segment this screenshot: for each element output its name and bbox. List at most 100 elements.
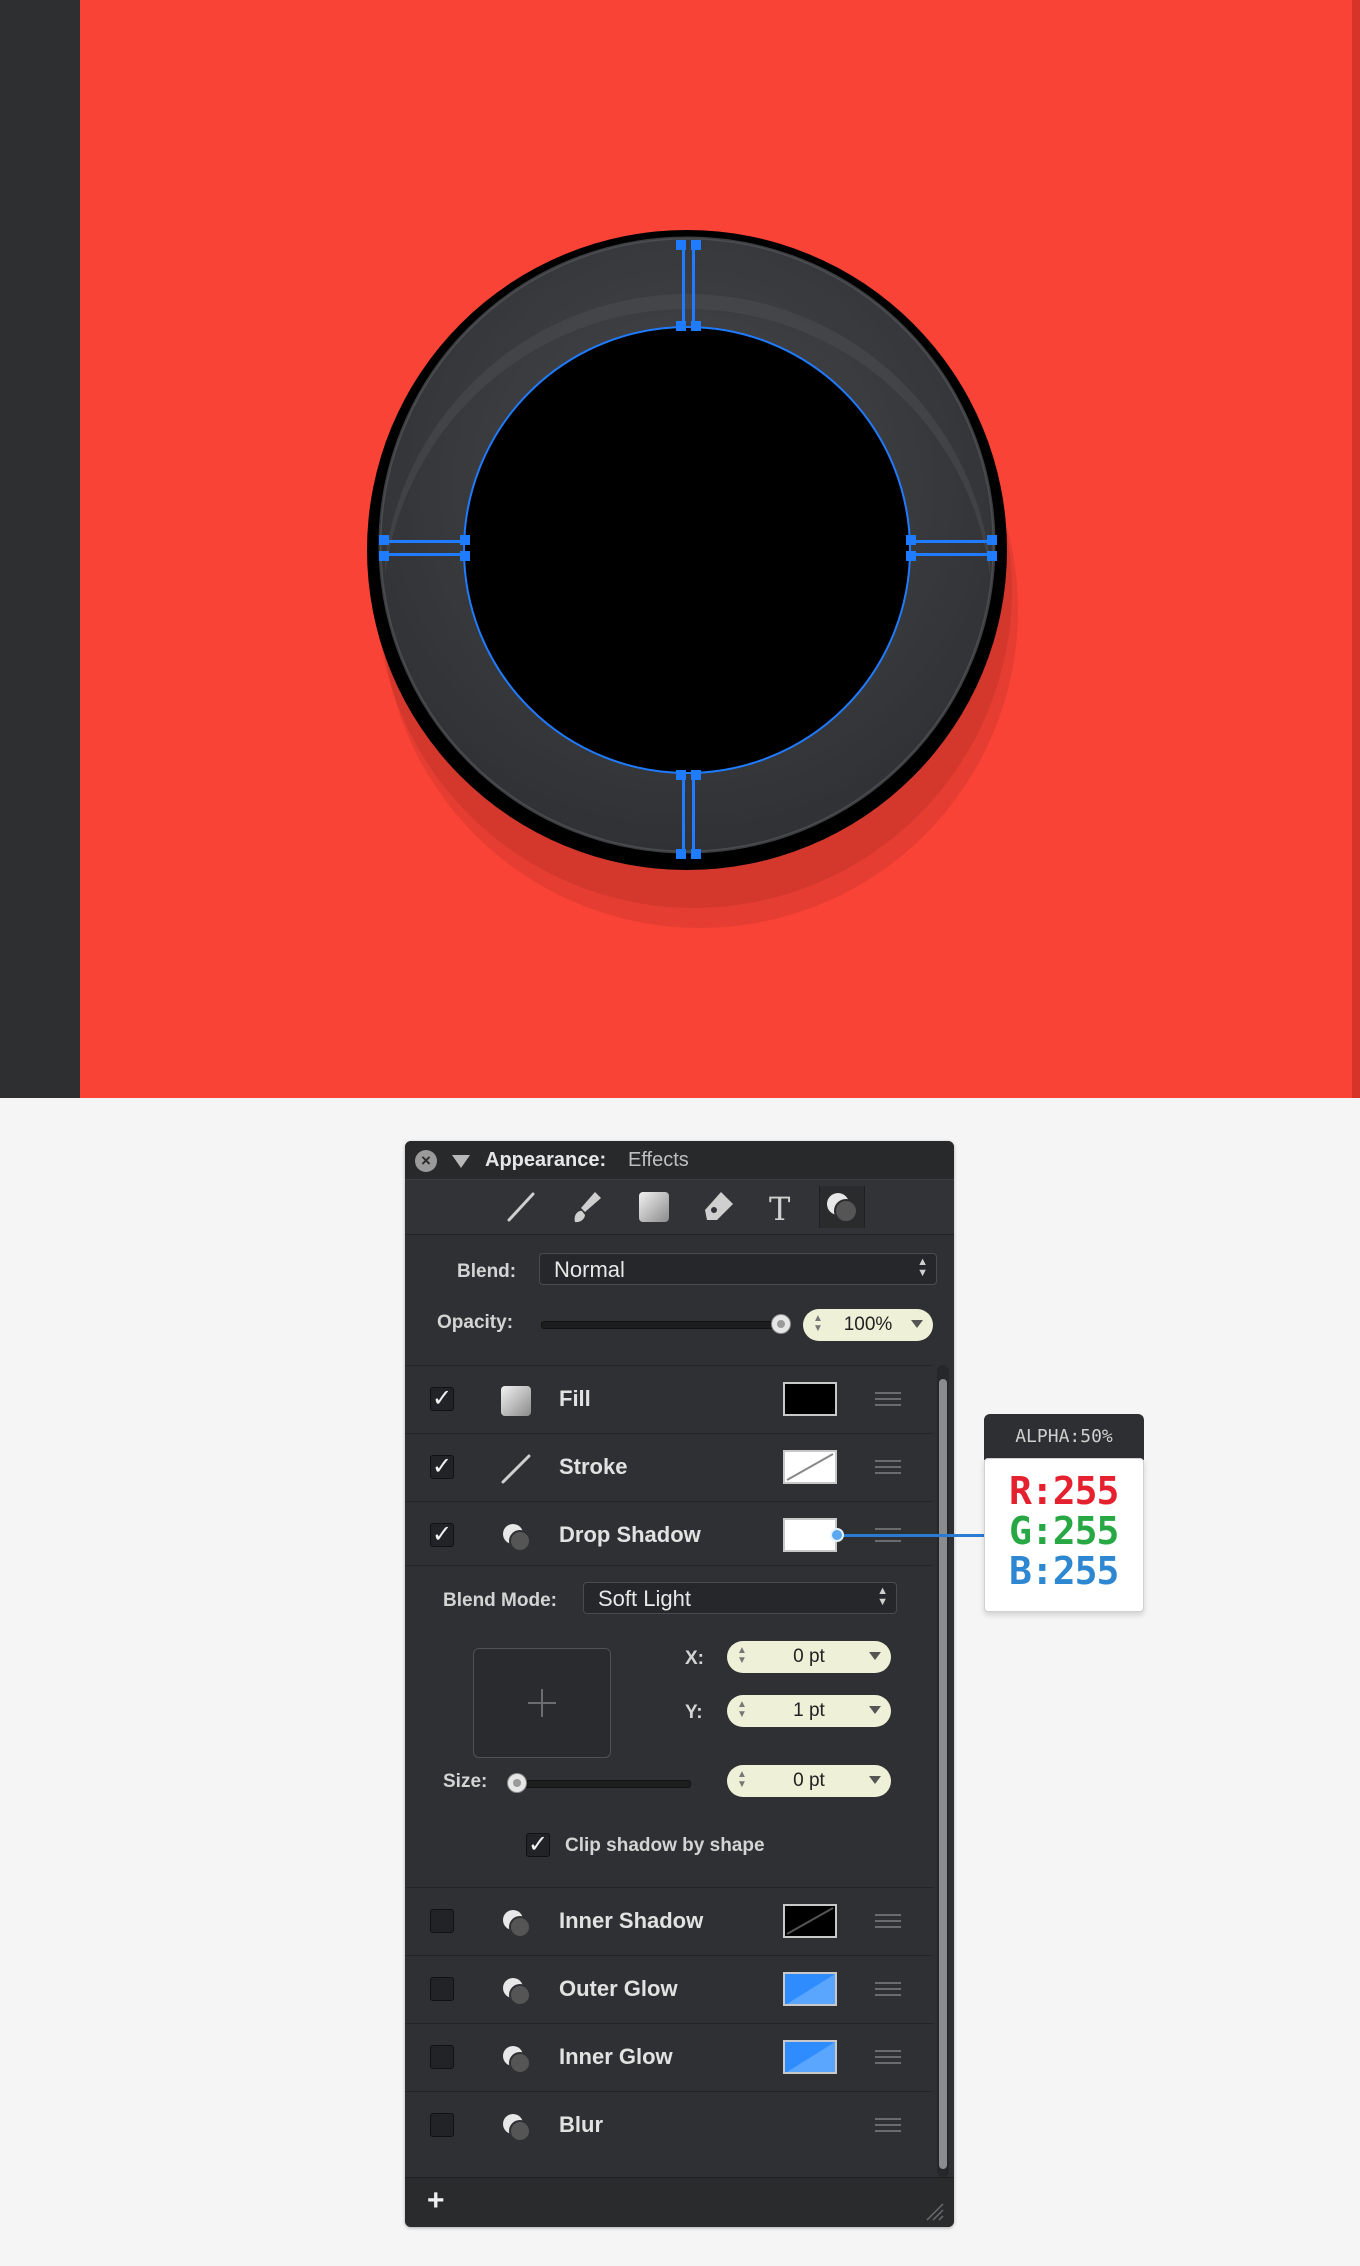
clip-shadow-checkbox[interactable]: ✓ [526, 1833, 550, 1857]
fill-tool-icon[interactable] [631, 1186, 675, 1228]
inner-black-hole [463, 326, 911, 774]
alpha-label: ALPHA:50% [984, 1414, 1144, 1460]
inner-shadow-color-swatch[interactable] [783, 1904, 837, 1938]
drop-shadow-checkbox[interactable]: ✓ [430, 1523, 454, 1547]
x-label: X: [685, 1648, 704, 1669]
callout-connector-dot [830, 1528, 844, 1542]
blend-select[interactable]: Normal ▲ ▼ [539, 1253, 937, 1285]
stepper-arrows-icon[interactable]: ▲ ▼ [737, 1700, 747, 1720]
blue-value: B:255 [1009, 1549, 1119, 1593]
canvas-artwork [367, 230, 1018, 928]
inner-glow-color-swatch[interactable] [783, 2040, 837, 2074]
panel-toolbar: T [405, 1179, 954, 1235]
panel-subtitle: Effects [628, 1149, 689, 1171]
stepper-arrows-icon[interactable]: ▲ ▼ [737, 1770, 747, 1790]
outer-glow-color-swatch[interactable] [783, 1972, 837, 2006]
fill-icon [499, 1384, 533, 1418]
outer-glow-checkbox[interactable] [430, 1977, 454, 2001]
stroke-checkbox[interactable]: ✓ [430, 1455, 454, 1479]
stepper-arrows-icon[interactable]: ▲ ▼ [737, 1646, 747, 1666]
scrollbar[interactable] [937, 1365, 949, 2177]
effect-row-blur[interactable]: Blur [405, 2091, 933, 2158]
stepper-arrows-icon[interactable]: ▲ ▼ [813, 1314, 823, 1334]
drop-shadow-settings: Blend Mode: Soft Light ▲ ▼ X: ▲ ▼ 0 pt Y: … [405, 1565, 933, 1888]
blend-label: Blend: [457, 1261, 517, 1282]
stroke-color-swatch[interactable] [783, 1450, 837, 1484]
stroke-tool-icon[interactable] [499, 1186, 543, 1228]
green-value: G:255 [1009, 1509, 1119, 1553]
inner-glow-checkbox[interactable] [430, 2045, 454, 2069]
disclosure-triangle-icon[interactable] [452, 1155, 470, 1168]
shadow-effect-icon [499, 1906, 533, 1940]
drag-handle-icon[interactable] [875, 2118, 901, 2132]
dropdown-arrow-icon[interactable] [869, 1652, 881, 1660]
size-label: Size: [443, 1771, 488, 1792]
opacity-value: 100% [843, 1314, 893, 1335]
drag-handle-icon[interactable] [875, 1460, 901, 1474]
effect-label: Drop Shadow [559, 1522, 701, 1547]
y-offset-value: 1 pt [793, 1700, 825, 1721]
blur-checkbox[interactable] [430, 2113, 454, 2137]
x-offset-stepper[interactable]: ▲ ▼ 0 pt [727, 1641, 891, 1673]
add-effect-button[interactable]: + [427, 2184, 445, 2218]
size-slider[interactable] [509, 1780, 691, 1788]
text-tool-icon[interactable]: T [759, 1186, 803, 1228]
fill-color-swatch[interactable] [783, 1382, 837, 1416]
effect-label: Inner Glow [559, 2044, 673, 2069]
effect-row-outer-glow[interactable]: Outer Glow [405, 1955, 933, 2022]
dropdown-arrow-icon[interactable] [869, 1706, 881, 1714]
blend-mode-select[interactable]: Soft Light ▲ ▼ [583, 1582, 897, 1614]
x-offset-value: 0 pt [793, 1646, 825, 1667]
effects-tool-icon[interactable] [819, 1186, 865, 1228]
drop-shadow-color-swatch[interactable] [783, 1518, 837, 1552]
dropdown-arrow-icon[interactable] [911, 1320, 923, 1328]
effect-row-fill[interactable]: ✓ Fill [405, 1365, 933, 1432]
effect-label: Stroke [559, 1454, 628, 1479]
panel-title: Appearance: [485, 1149, 607, 1171]
drag-handle-icon[interactable] [875, 1982, 901, 1996]
svg-text:T: T [769, 1190, 791, 1228]
crosshair-icon-vertical [541, 1689, 543, 1717]
blend-mode-value: Soft Light [598, 1586, 691, 1611]
drag-handle-icon[interactable] [875, 1914, 901, 1928]
fill-checkbox[interactable]: ✓ [430, 1387, 454, 1411]
drag-handle-icon[interactable] [875, 1392, 901, 1406]
dropdown-arrow-icon[interactable] [869, 1776, 881, 1784]
opacity-slider-knob[interactable] [771, 1314, 791, 1334]
color-values-callout: ALPHA:50% R:255 G:255 B:255 [984, 1414, 1144, 1612]
shadow-offset-pad[interactable] [473, 1648, 611, 1758]
brush-tool-icon[interactable] [565, 1186, 609, 1228]
effect-row-inner-glow[interactable]: Inner Glow [405, 2023, 933, 2090]
opacity-label: Opacity: [437, 1312, 514, 1333]
updown-arrows-icon: ▲ ▼ [917, 1256, 928, 1279]
opacity-slider[interactable] [541, 1321, 783, 1329]
effect-label: Inner Shadow [559, 1908, 704, 1933]
effect-row-inner-shadow[interactable]: Inner Shadow [405, 1887, 933, 1954]
size-stepper[interactable]: ▲ ▼ 0 pt [727, 1765, 891, 1797]
updown-arrows-icon: ▲ ▼ [877, 1585, 888, 1608]
shadow-effect-icon [499, 1520, 533, 1554]
inner-shadow-checkbox[interactable] [430, 1909, 454, 1933]
effect-label: Fill [559, 1386, 591, 1411]
stroke-icon [499, 1452, 533, 1486]
effect-row-stroke[interactable]: ✓ Stroke [405, 1433, 933, 1500]
effect-label: Blur [559, 2112, 603, 2137]
size-slider-knob[interactable] [507, 1773, 527, 1793]
effect-label: Outer Glow [559, 1976, 678, 2001]
pen-tool-icon[interactable] [695, 1186, 739, 1228]
resize-grip-icon[interactable] [923, 2200, 945, 2222]
blend-mode-label: Blend Mode: [443, 1590, 557, 1611]
close-button[interactable]: × [415, 1150, 437, 1172]
callout-connector [838, 1534, 988, 1537]
panel-bottom-bar: + [405, 2177, 954, 2227]
blend-value: Normal [554, 1257, 625, 1282]
opacity-stepper[interactable]: ▲ ▼ 100% [803, 1309, 933, 1341]
canvas-area[interactable] [0, 0, 1360, 1098]
y-offset-stepper[interactable]: ▲ ▼ 1 pt [727, 1695, 891, 1727]
shadow-effect-icon [499, 1974, 533, 2008]
drag-handle-icon[interactable] [875, 2050, 901, 2064]
panel-titlebar[interactable]: × Appearance: Effects [405, 1141, 954, 1179]
scrollbar-thumb[interactable] [939, 1379, 947, 2169]
y-label: Y: [685, 1702, 703, 1723]
shadow-effect-icon [499, 2110, 533, 2144]
